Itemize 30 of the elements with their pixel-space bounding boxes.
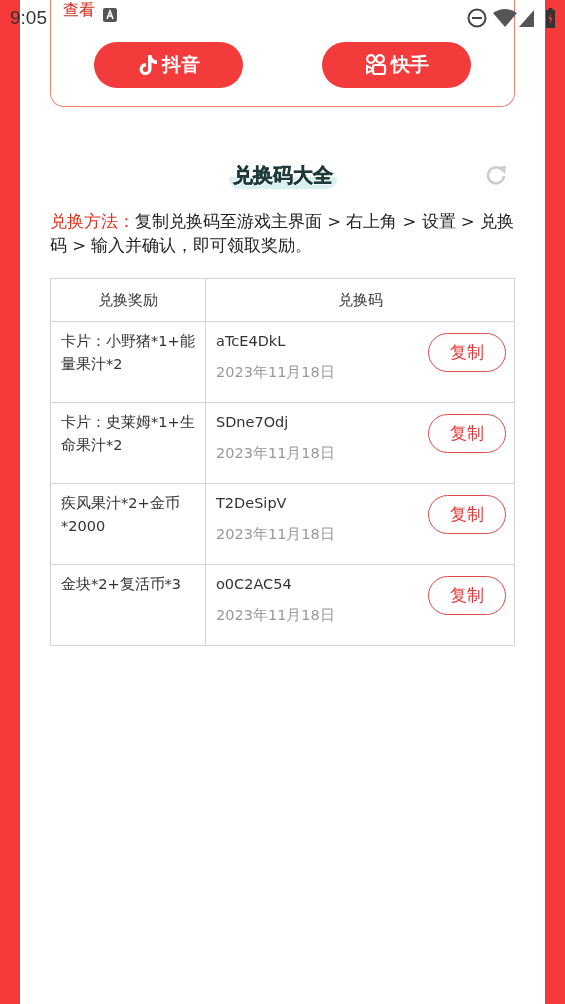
column-header: 兑换码 bbox=[205, 278, 515, 322]
view-link[interactable]: 查看 bbox=[63, 0, 95, 20]
copy-button[interactable]: 复制 bbox=[428, 495, 506, 534]
column-header: 兑换奖励 bbox=[50, 278, 206, 322]
reward-cell: 疾风果汁*2+金币*2000 bbox=[50, 483, 206, 565]
music-note-icon bbox=[137, 54, 158, 76]
camera-icon bbox=[364, 54, 387, 76]
date-text: 2023年11月18日 bbox=[216, 525, 335, 544]
reward-cell: 卡片：小野猪*1+能量果汁*2 bbox=[50, 321, 206, 403]
date-text: 2023年11月18日 bbox=[216, 444, 335, 463]
copy-button[interactable]: 复制 bbox=[428, 576, 506, 615]
copy-button[interactable]: 复制 bbox=[428, 333, 506, 372]
copy-button[interactable]: 复制 bbox=[428, 414, 506, 453]
code-text: T2DeSipV bbox=[216, 495, 287, 511]
signal-icon bbox=[519, 9, 534, 27]
date-text: 2023年11月18日 bbox=[216, 606, 335, 625]
reward-cell: 卡片：史莱姆*1+生命果汁*2 bbox=[50, 402, 206, 484]
section-title: 兑换码大全 bbox=[228, 161, 337, 189]
share-button[interactable]: 快手 bbox=[322, 42, 471, 88]
code-text: SDne7Odj bbox=[216, 414, 289, 430]
date-text: 2023年11月18日 bbox=[216, 363, 335, 382]
instructions-text: 兑换方法：复制兑换码至游戏主界面 > 右上角 > 设置 > 兑换码 > 输入并确认，即可领取奖励。 bbox=[50, 211, 515, 257]
reward-cell: 金块*2+复活币*3 bbox=[50, 564, 206, 646]
do-not-disturb-icon bbox=[467, 8, 487, 28]
wifi-icon bbox=[493, 9, 517, 27]
share-button[interactable]: 抖音 bbox=[94, 42, 243, 88]
code-text: aTcE4DkL bbox=[216, 333, 286, 349]
refresh-icon[interactable] bbox=[485, 164, 509, 188]
code-text: o0C2AC54 bbox=[216, 576, 292, 592]
battery-icon bbox=[546, 8, 555, 28]
